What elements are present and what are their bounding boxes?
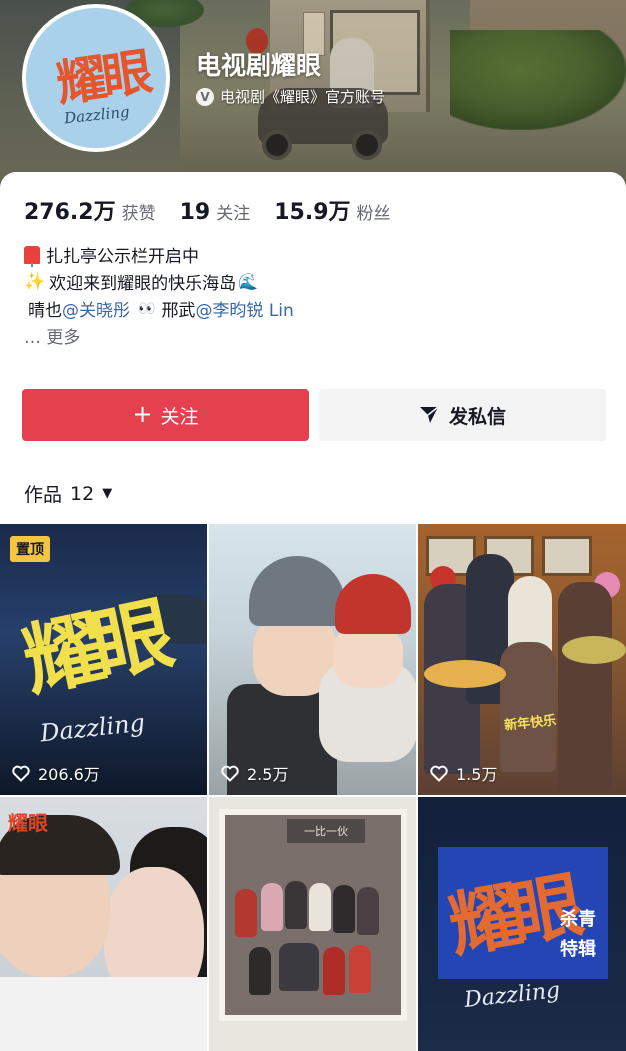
- video-thumbnail[interactable]: 耀眼: [0, 797, 207, 1051]
- thumbnail-figure: [333, 885, 355, 933]
- works-tab-label: 作品: [24, 484, 63, 506]
- stat-following[interactable]: 19 关注: [180, 199, 251, 225]
- stat-followers[interactable]: 15.9万 粉丝: [274, 194, 390, 226]
- stat-number: 276.2万: [24, 200, 116, 225]
- mailbox-icon: [24, 245, 40, 267]
- pinned-badge: 置顶: [10, 536, 50, 562]
- sparkle-icon: ✨: [24, 271, 46, 292]
- thumbnail-window: [542, 536, 592, 576]
- mention-link[interactable]: @关晓彤: [62, 296, 130, 321]
- wave-icon: 🌊: [238, 272, 259, 291]
- bio-text: 晴也: [28, 301, 62, 321]
- bio-line: 扎扎亭公示栏开启中: [24, 242, 604, 267]
- thumbnail-badge-line: 特辑: [560, 939, 596, 960]
- thumbnail-figure: [500, 642, 556, 772]
- like-count-value: 206.6万: [38, 765, 100, 784]
- plus-icon: +: [132, 400, 153, 428]
- thumbnail-figure: [249, 947, 271, 995]
- heart-icon: [430, 765, 448, 782]
- verification-text: 电视剧《耀眼》官方账号: [220, 88, 386, 106]
- like-count-value: 1.5万: [456, 765, 498, 784]
- like-count: 206.6万: [12, 761, 100, 785]
- thumbnail-figure: [323, 947, 345, 995]
- video-grid: 耀眼 Dazzling 置顶 206.6万 2.5万 新年快乐 1.5万 耀眼 …: [0, 524, 626, 1051]
- like-count: 2.5万: [221, 761, 288, 785]
- verification-row: V 电视剧《耀眼》官方账号: [196, 86, 385, 107]
- mention-link[interactable]: @李昀锐 Lin: [195, 296, 293, 321]
- bio-line: 晴也 @关晓彤 👀 邢武 @李昀锐 Lin: [24, 296, 604, 322]
- bio-more-link[interactable]: … 更多: [24, 323, 80, 348]
- thumbnail-badge: 杀青 特辑: [560, 905, 596, 965]
- video-thumbnail[interactable]: 耀眼 Dazzling 置顶 206.6万: [0, 524, 207, 795]
- caret-down-icon: ▼: [102, 486, 113, 501]
- thumbnail-figure: [357, 887, 379, 935]
- thumbnail-figure: [0, 977, 207, 1051]
- thumbnail-figure: [285, 881, 307, 929]
- thumbnail-figure: [558, 582, 612, 792]
- bio-text: 欢迎来到耀眼的快乐海岛: [49, 274, 237, 294]
- video-thumbnail[interactable]: 新年快乐 1.5万: [418, 524, 626, 795]
- thumbnail-fish-lantern: [424, 660, 506, 688]
- bio-line: ✨ 欢迎来到耀眼的快乐海岛 🌊: [24, 269, 604, 295]
- thumbnail-figure: [261, 883, 283, 931]
- thumbnail-figure: [335, 574, 411, 634]
- thumbnail-logo: 耀眼: [8, 811, 48, 835]
- send-icon: [419, 406, 439, 423]
- follow-button-label: 关注: [160, 405, 199, 428]
- heart-icon: [12, 765, 30, 782]
- bio: 扎扎亭公示栏开启中 ✨ 欢迎来到耀眼的快乐海岛 🌊 晴也 @关晓彤 👀 邢武 @…: [24, 242, 604, 350]
- like-count-value: 2.5万: [247, 765, 289, 784]
- profile-card: 276.2万 获赞 19 关注 15.9万 粉丝 扎扎亭公示栏开启中 ✨ 欢迎来…: [0, 172, 626, 1051]
- video-thumbnail[interactable]: 2.5万: [209, 524, 416, 795]
- action-buttons: + 关注 发私信: [22, 389, 606, 441]
- thumbnail-logo: 耀眼: [15, 587, 172, 709]
- thumbnail-figure: [349, 945, 371, 993]
- thumbnail-badge-line: 杀青: [560, 909, 596, 930]
- video-thumbnail[interactable]: 耀眼 杀青 特辑 Dazzling: [418, 797, 626, 1051]
- message-button-label: 发私信: [448, 405, 506, 428]
- thumbnail-figure: [279, 943, 319, 991]
- account-name: 电视剧耀眼: [196, 51, 322, 80]
- works-tab[interactable]: 作品 12 ▼: [24, 480, 112, 507]
- stat-number: 19: [179, 200, 211, 225]
- stat-label: 关注: [216, 204, 251, 224]
- stat-label: 获赞: [121, 204, 156, 224]
- like-count: 1.5万: [430, 761, 497, 785]
- bio-more-row: … 更多: [24, 323, 604, 348]
- heart-icon: [221, 765, 239, 782]
- verified-icon: V: [196, 87, 214, 106]
- works-count: 12: [70, 482, 95, 505]
- follow-button[interactable]: + 关注: [22, 389, 309, 441]
- bio-text: 扎扎亭公示栏开启中: [46, 247, 199, 267]
- bio-text: 邢武: [161, 301, 196, 321]
- thumbnail-logo-subtitle: Dazzling: [38, 708, 147, 748]
- stat-label: 粉丝: [356, 204, 391, 224]
- message-button[interactable]: 发私信: [319, 389, 606, 441]
- eyes-icon: 👀: [138, 300, 155, 317]
- video-thumbnail[interactable]: 一比一伙: [209, 797, 416, 1051]
- stat-likes[interactable]: 276.2万 获赞: [24, 194, 156, 226]
- thumbnail-figure: [249, 556, 345, 626]
- thumbnail-figure: [235, 889, 257, 937]
- avatar[interactable]: 耀眼 Dazzling: [22, 4, 170, 152]
- avatar-logo: 耀眼: [52, 41, 153, 114]
- thumbnail-signboard: 一比一伙: [287, 819, 365, 843]
- thumbnail-figure: [309, 883, 331, 931]
- thumbnail-fish-lantern: [562, 636, 626, 664]
- thumbnail-logo-subtitle: Dazzling: [462, 978, 562, 1013]
- stats-row: 276.2万 获赞 19 关注 15.9万 粉丝: [24, 194, 415, 226]
- stat-number: 15.9万: [274, 200, 351, 225]
